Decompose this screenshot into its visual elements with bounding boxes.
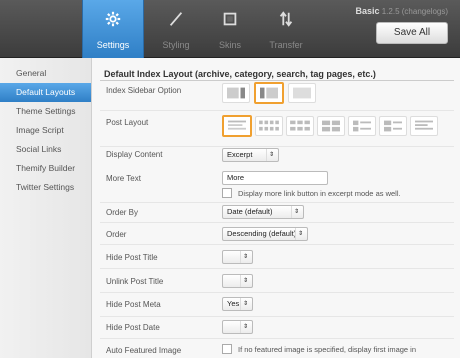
save-all-button[interactable]: Save All (376, 22, 448, 44)
auto-featured-image-checkbox-label: If no featured image is specified, displ… (238, 345, 417, 354)
post-layout-list-large-option[interactable] (379, 116, 407, 136)
tab-transfer[interactable]: Transfer (255, 0, 317, 58)
tab-label: Settings (96, 40, 130, 50)
display-content-label: Display Content (106, 150, 163, 159)
select-value: Date (default) (227, 207, 273, 216)
gear-icon (83, 10, 143, 38)
row-divider (100, 244, 454, 245)
sidebar-item-image-script[interactable]: Image Script (0, 121, 91, 140)
settings-sidebar: General Default Layouts Theme Settings I… (0, 58, 92, 358)
chevron-updown-icon: ⇕ (240, 321, 250, 333)
post-layout-label: Post Layout (106, 118, 149, 127)
transfer-arrows-icon (255, 10, 317, 38)
hide-post-date-label: Hide Post Date (106, 323, 160, 332)
unlink-post-title-label: Unlink Post Title (106, 277, 164, 286)
index-sidebar-option-label: Index Sidebar Option (106, 86, 182, 95)
row-divider (100, 268, 454, 269)
chevron-updown-icon: ⇕ (240, 275, 250, 287)
hide-post-date-select[interactable]: ⇕ (222, 320, 253, 334)
sidebar-item-default-layouts[interactable]: Default Layouts (0, 83, 91, 102)
hide-post-title-label: Hide Post Title (106, 253, 158, 262)
row-divider (100, 338, 454, 339)
skins-icon (199, 10, 261, 38)
post-layout-list-thumb-option[interactable] (348, 116, 376, 136)
order-by-select[interactable]: Date (default) ⇕ (222, 205, 304, 219)
row-divider (100, 316, 454, 317)
row-divider (100, 202, 454, 203)
sidebar-item-social-links[interactable]: Social Links (0, 140, 91, 159)
tab-label: Transfer (269, 40, 303, 50)
more-link-excerpt-checkbox-label: Display more link button in excerpt mode… (238, 189, 401, 198)
auto-featured-image-checkbox[interactable] (222, 344, 232, 354)
order-by-label: Order By (106, 208, 139, 217)
top-toolbar: Settings Styling Skins Transfer Basic 1.… (0, 0, 460, 58)
section-title: Default Index Layout (archive, category,… (104, 69, 376, 79)
more-link-excerpt-checkbox[interactable] (222, 188, 232, 198)
version-info: Basic 1.2.5 (changelogs) (355, 6, 448, 16)
post-layout-grid3-option[interactable] (286, 116, 314, 136)
post-layout-fullwidth-option[interactable] (222, 115, 252, 137)
sidebar-left-option[interactable] (254, 82, 284, 104)
auto-featured-image-label: Auto Featured Image (106, 346, 182, 355)
row-divider (100, 292, 454, 293)
settings-panel: Default Index Layout (archive, category,… (92, 58, 460, 358)
select-value: Descending (default) (227, 229, 297, 238)
post-layout-list-post-option[interactable] (410, 116, 438, 136)
chevron-updown-icon: ⇕ (240, 298, 250, 310)
chevron-updown-icon: ⇕ (295, 228, 305, 240)
order-select[interactable]: Descending (default) ⇕ (222, 227, 308, 241)
post-layout-grid2-option[interactable] (317, 116, 345, 136)
sidebar-right-option[interactable] (222, 83, 250, 103)
sidebar-item-twitter-settings[interactable]: Twitter Settings (0, 178, 91, 197)
select-value: Yes (227, 299, 240, 308)
post-layout-grid4-option[interactable] (255, 116, 283, 136)
hide-post-meta-label: Hide Post Meta (106, 300, 161, 309)
more-text-input[interactable]: More (222, 171, 328, 185)
unlink-post-title-select[interactable]: ⇕ (222, 274, 253, 288)
chevron-updown-icon: ⇕ (240, 251, 250, 263)
row-divider (100, 146, 454, 147)
sidebar-item-theme-settings[interactable]: Theme Settings (0, 102, 91, 121)
select-value: Excerpt (227, 150, 253, 159)
sidebar-item-themify-builder[interactable]: Themify Builder (0, 159, 91, 178)
more-text-label: More Text (106, 174, 141, 183)
display-content-select[interactable]: Excerpt ⇕ (222, 148, 279, 162)
theme-name: Basic (355, 6, 380, 16)
tab-skins[interactable]: Skins (199, 0, 261, 58)
order-label: Order (106, 230, 127, 239)
sidebar-none-option[interactable] (288, 83, 316, 103)
tab-styling[interactable]: Styling (145, 0, 207, 58)
tab-settings[interactable]: Settings (82, 0, 144, 58)
chevron-updown-icon: ⇕ (266, 149, 276, 161)
chevron-updown-icon: ⇕ (291, 206, 301, 218)
section-divider (100, 80, 454, 81)
version-text[interactable]: 1.2.5 (changelogs) (382, 7, 448, 16)
hide-post-meta-select[interactable]: Yes ⇕ (222, 297, 253, 311)
hide-post-title-select[interactable]: ⇕ (222, 250, 253, 264)
row-divider (100, 110, 454, 111)
tab-label: Styling (162, 40, 190, 50)
sidebar-item-general[interactable]: General (0, 64, 91, 83)
tab-label: Skins (218, 40, 241, 50)
row-divider (100, 222, 454, 223)
brush-icon (145, 10, 207, 38)
